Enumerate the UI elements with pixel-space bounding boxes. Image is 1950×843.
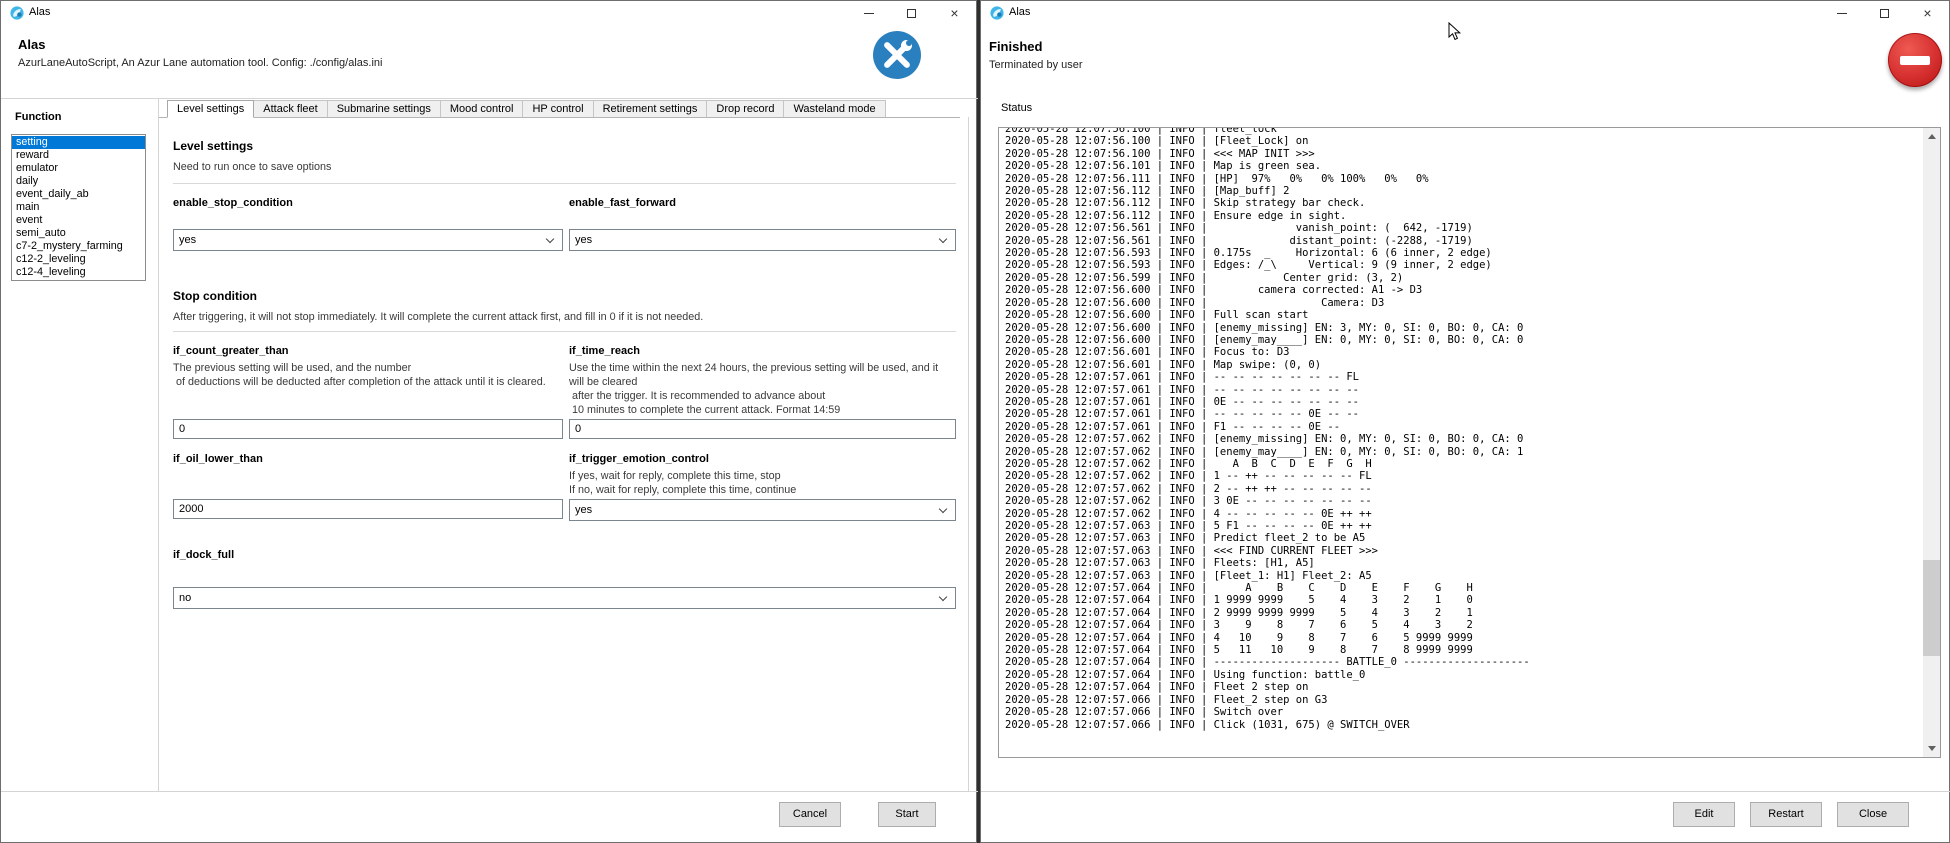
alas-app-icon: [990, 6, 1004, 20]
section-desc-stop-condition: After triggering, it will not stop immed…: [173, 311, 703, 323]
log-view[interactable]: 2020-05-28 12:07:56.100 | INFO | fleet_l…: [998, 127, 1941, 758]
function-item-emulator[interactable]: emulator: [12, 162, 145, 175]
if_dock_full-value: no: [179, 592, 191, 604]
alas-run-window: Alas × Finished Terminated by user Statu…: [980, 0, 1950, 843]
section-title-stop-condition: Stop condition: [173, 289, 257, 303]
cancel-button[interactable]: Cancel: [779, 802, 841, 827]
function-item-main[interactable]: main: [12, 201, 145, 214]
footer-divider: [981, 791, 1950, 792]
alas-app-icon: [10, 6, 24, 20]
label-if_dock_full: if_dock_full: [173, 549, 234, 561]
alas-logo-icon: [873, 31, 921, 79]
function-item-reward[interactable]: reward: [12, 149, 145, 162]
tab-wasteland-mode[interactable]: Wasteland mode: [783, 100, 885, 117]
start-button[interactable]: Start: [878, 802, 936, 827]
if_oil_lower_than-input[interactable]: [173, 499, 563, 519]
if_dock_full-select[interactable]: no: [173, 587, 956, 609]
tab-retirement-settings[interactable]: Retirement settings: [593, 100, 708, 117]
titlebar: Alas ×: [1, 1, 976, 25]
function-list[interactable]: settingrewardemulatordailyevent_daily_ab…: [11, 134, 146, 281]
close-button[interactable]: ×: [1906, 1, 1949, 25]
page-subtitle: AzurLaneAutoScript, An Azur Lane automat…: [18, 57, 382, 69]
mouse-cursor: [1448, 22, 1462, 42]
page-title: Alas: [18, 37, 45, 52]
desc-if_time_reach: Use the time within the next 24 hours, t…: [569, 361, 938, 417]
tab-level-settings[interactable]: Level settings: [167, 100, 254, 118]
tab-drop-record[interactable]: Drop record: [706, 100, 784, 117]
minimize-button[interactable]: [1820, 1, 1863, 25]
function-item-c12-2_leveling[interactable]: c12-2_leveling: [12, 253, 145, 266]
restart-button[interactable]: Restart: [1750, 802, 1822, 827]
titlebar: Alas ×: [981, 1, 1949, 25]
footer-divider: [1, 791, 978, 792]
enable_stop_condition-value: yes: [179, 234, 196, 246]
function-item-c12-4_leveling[interactable]: c12-4_leveling: [12, 266, 145, 279]
screen: Alas × Alas AzurLaneAutoScript, An Azur …: [0, 0, 1950, 843]
function-item-event_daily_ab[interactable]: event_daily_ab: [12, 188, 145, 201]
chevron-down-icon: [546, 235, 554, 243]
scrollbar-down-button[interactable]: [1923, 740, 1940, 757]
if_trigger_emotion_control-value: yes: [575, 504, 592, 516]
edit-button[interactable]: Edit: [1673, 802, 1735, 827]
chevron-down-icon: [939, 235, 947, 243]
window-title: Alas: [29, 6, 50, 18]
tab-hp-control[interactable]: HP control: [522, 100, 593, 117]
status-title: Finished: [989, 39, 1042, 54]
function-item-c7-2_mystery_farming[interactable]: c7-2_mystery_farming: [12, 240, 145, 253]
maximize-button[interactable]: [1863, 1, 1906, 25]
tab-attack-fleet[interactable]: Attack fleet: [253, 100, 327, 117]
chevron-down-icon: [939, 593, 947, 601]
function-item-semi_auto[interactable]: semi_auto: [12, 227, 145, 240]
sidebar-divider: [158, 98, 159, 791]
label-if_time_reach: if_time_reach: [569, 345, 640, 357]
if_trigger_emotion_control-select[interactable]: yes: [569, 499, 956, 521]
label-enable_stop_condition: enable_stop_condition: [173, 197, 293, 209]
close-action-button[interactable]: Close: [1837, 802, 1909, 827]
enable_stop_condition-select[interactable]: yes: [173, 229, 563, 251]
form-divider-1: [173, 183, 956, 184]
chevron-down-icon: [939, 505, 947, 513]
enable_fast_forward-select[interactable]: yes: [569, 229, 956, 251]
function-item-event[interactable]: event: [12, 214, 145, 227]
if_count_greater_than-input[interactable]: [173, 419, 563, 439]
scrollbar-thumb[interactable]: [1923, 560, 1940, 656]
label-if_oil_lower_than: if_oil_lower_than: [173, 453, 263, 465]
log-text: 2020-05-28 12:07:56.100 | INFO | fleet_l…: [999, 127, 1940, 731]
desc-if_count_greater_than: The previous setting will be used, and t…: [173, 361, 546, 389]
header-divider: [1, 98, 978, 99]
scrollbar-up-button[interactable]: [1923, 128, 1940, 145]
close-button[interactable]: ×: [933, 1, 976, 25]
maximize-button[interactable]: [890, 1, 933, 25]
label-enable_fast_forward: enable_fast_forward: [569, 197, 676, 209]
minimize-button[interactable]: [847, 1, 890, 25]
function-item-daily[interactable]: daily: [12, 175, 145, 188]
status-subtitle: Terminated by user: [989, 59, 1083, 71]
label-if_trigger_emotion_control: if_trigger_emotion_control: [569, 453, 709, 465]
tab-mood-control[interactable]: Mood control: [440, 100, 524, 117]
enable_fast_forward-value: yes: [575, 234, 592, 246]
label-if_count_greater_than: if_count_greater_than: [173, 345, 289, 357]
section-title-level-settings: Level settings: [173, 139, 253, 153]
if_time_reach-input[interactable]: [569, 419, 956, 439]
tab-submarine-settings[interactable]: Submarine settings: [327, 100, 441, 117]
alas-config-window: Alas × Alas AzurLaneAutoScript, An Azur …: [0, 0, 977, 843]
status-group-label: Status: [1001, 102, 1032, 114]
log-scrollbar[interactable]: [1923, 128, 1940, 757]
function-label: Function: [15, 111, 61, 123]
pane-right-border: [968, 117, 969, 791]
tab-bar: Level settingsAttack fleetSubmarine sett…: [159, 100, 960, 118]
form-divider-2: [173, 331, 956, 332]
section-desc-level-settings: Need to run once to save options: [173, 161, 331, 173]
function-item-setting[interactable]: setting: [12, 136, 145, 149]
desc-if_trigger_emotion_control: If yes, wait for reply, complete this ti…: [569, 469, 796, 497]
window-title: Alas: [1009, 6, 1030, 18]
stop-sign-icon: [1888, 33, 1942, 87]
